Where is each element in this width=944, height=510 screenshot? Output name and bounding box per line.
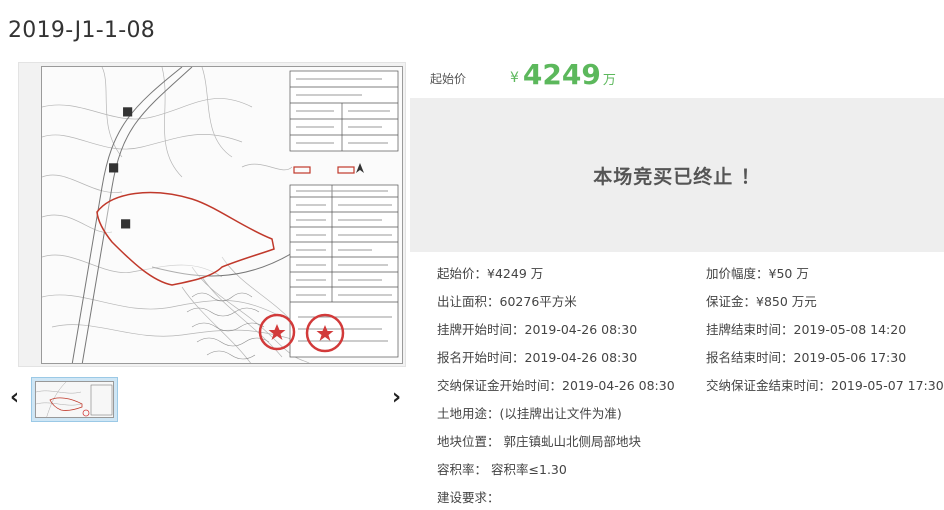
start-price-display: ¥4249 万 [510,58,616,91]
land-map-image[interactable]: ■ ■ ■ [18,62,406,367]
detail-label: 挂牌结束时间： [706,322,794,337]
detail-signup-start: 报名开始时间：2019-04-26 08:30 [437,347,637,366]
detail-value: ¥850 万元 [756,294,817,309]
chevron-right-icon[interactable]: › [392,386,401,410]
detail-label: 起始价： [437,266,488,281]
detail-value: 2019-04-26 08:30 [524,322,638,337]
detail-deposit-start: 交纳保证金开始时间：2019-04-26 08:30 [437,375,675,394]
detail-label: 容积率： [437,462,488,477]
detail-land-use: 土地用途：(以挂牌出让文件为准) [437,403,622,422]
detail-plot-ratio: 容积率： 容积率≤1.30 [437,459,567,478]
svg-text:■: ■ [122,104,133,118]
detail-value: ¥50 万 [768,266,809,281]
detail-label: 建设要求： [437,490,500,505]
detail-label: 加价幅度： [706,266,769,281]
svg-text:■: ■ [120,216,131,230]
start-price-amount: 4249 [522,58,601,91]
page-title: 2019-J1-1-08 [8,18,156,43]
detail-signup-end: 报名结束时间：2019-05-06 17:30 [706,347,906,366]
detail-value: (以挂牌出让文件为准) [499,406,622,421]
detail-label: 保证金： [706,294,757,309]
auction-status-banner: 本场竞买已终止 ！ [410,98,944,252]
detail-deposit: 保证金：¥850 万元 [706,291,817,310]
land-map-sheet: ■ ■ ■ [41,66,403,364]
start-price-label: 起始价 [430,72,467,86]
detail-label: 土地用途： [437,406,500,421]
thumbnail-item-active[interactable] [31,377,118,422]
detail-value: 2019-04-26 08:30 [562,378,675,393]
detail-listing-end: 挂牌结束时间：2019-05-08 14:20 [706,319,906,338]
detail-label: 出让面积： [437,294,500,309]
detail-value: 60276平方米 [499,294,577,309]
detail-increment: 加价幅度：¥50 万 [706,263,809,282]
start-price-unit: 万 [602,73,616,88]
detail-label: 交纳保证金开始时间： [437,378,563,393]
thumbnail-drawing [36,382,113,417]
detail-label: 报名结束时间： [706,350,794,365]
detail-label: 挂牌开始时间： [437,322,525,337]
detail-label: 地块位置： [437,434,500,449]
svg-text:■: ■ [108,160,119,174]
detail-value: 2019-04-26 08:30 [524,350,638,365]
detail-deposit-end: 交纳保证金结束时间：2019-05-07 17:30 [706,375,944,394]
detail-value: 2019-05-08 14:20 [793,322,907,337]
detail-area: 出让面积：60276平方米 [437,291,577,310]
detail-label: 交纳保证金结束时间： [706,378,832,393]
thumbnail-map-image [35,381,114,418]
detail-value: 郭庄镇虬山北侧局部地块 [503,434,642,449]
detail-label: 报名开始时间： [437,350,525,365]
detail-build-requirements: 建设要求： [437,487,500,506]
detail-value: 2019-05-06 17:30 [793,350,907,365]
auction-status-message: 本场竞买已终止 ！ [593,165,761,188]
detail-value: 容积率≤1.30 [491,462,567,477]
currency-symbol: ¥ [510,70,519,86]
detail-listing-start: 挂牌开始时间：2019-04-26 08:30 [437,319,637,338]
detail-value: ¥4249 万 [487,266,544,281]
detail-location: 地块位置： 郭庄镇虬山北侧局部地块 [437,431,641,450]
land-map-drawing: ■ ■ ■ [42,67,399,363]
detail-start-price: 起始价：¥4249 万 [437,263,543,282]
chevron-left-icon[interactable]: ‹ [10,386,19,410]
detail-value: 2019-05-07 17:30 [831,378,944,393]
